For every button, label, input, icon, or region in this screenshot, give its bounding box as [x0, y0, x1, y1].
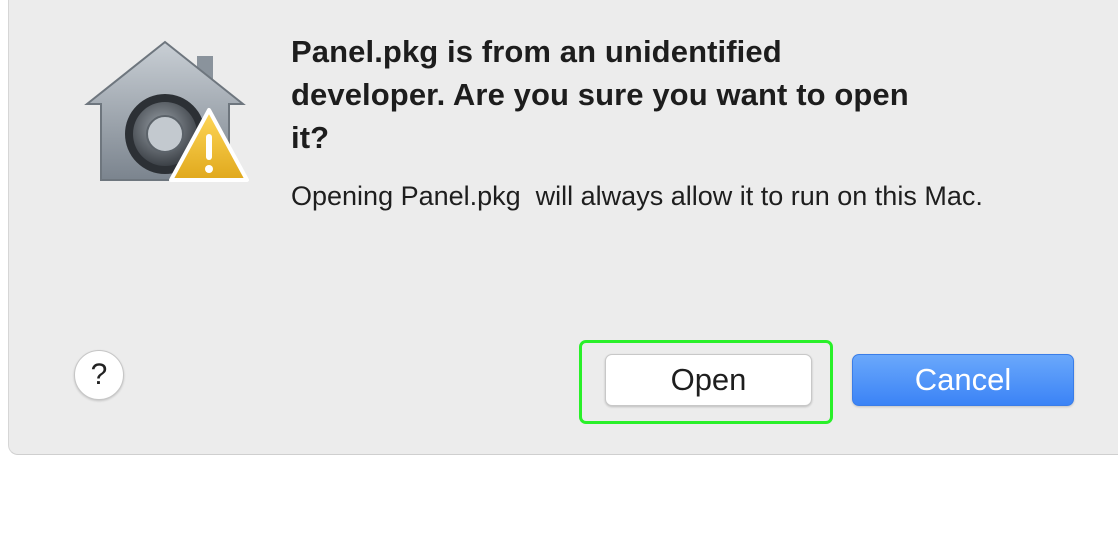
gatekeeper-warning-icon	[84, 40, 249, 182]
dialog-title: Panel.pkg is from an unidentified develo…	[291, 34, 909, 155]
open-button[interactable]: Open	[605, 354, 812, 406]
help-button[interactable]: ?	[74, 350, 124, 400]
security-alert-dialog: Panel.pkg is from an unidentified develo…	[8, 0, 1118, 455]
cancel-button[interactable]: Cancel	[852, 354, 1074, 406]
dialog-message: Opening Panel.pkg will always allow it t…	[291, 181, 983, 211]
